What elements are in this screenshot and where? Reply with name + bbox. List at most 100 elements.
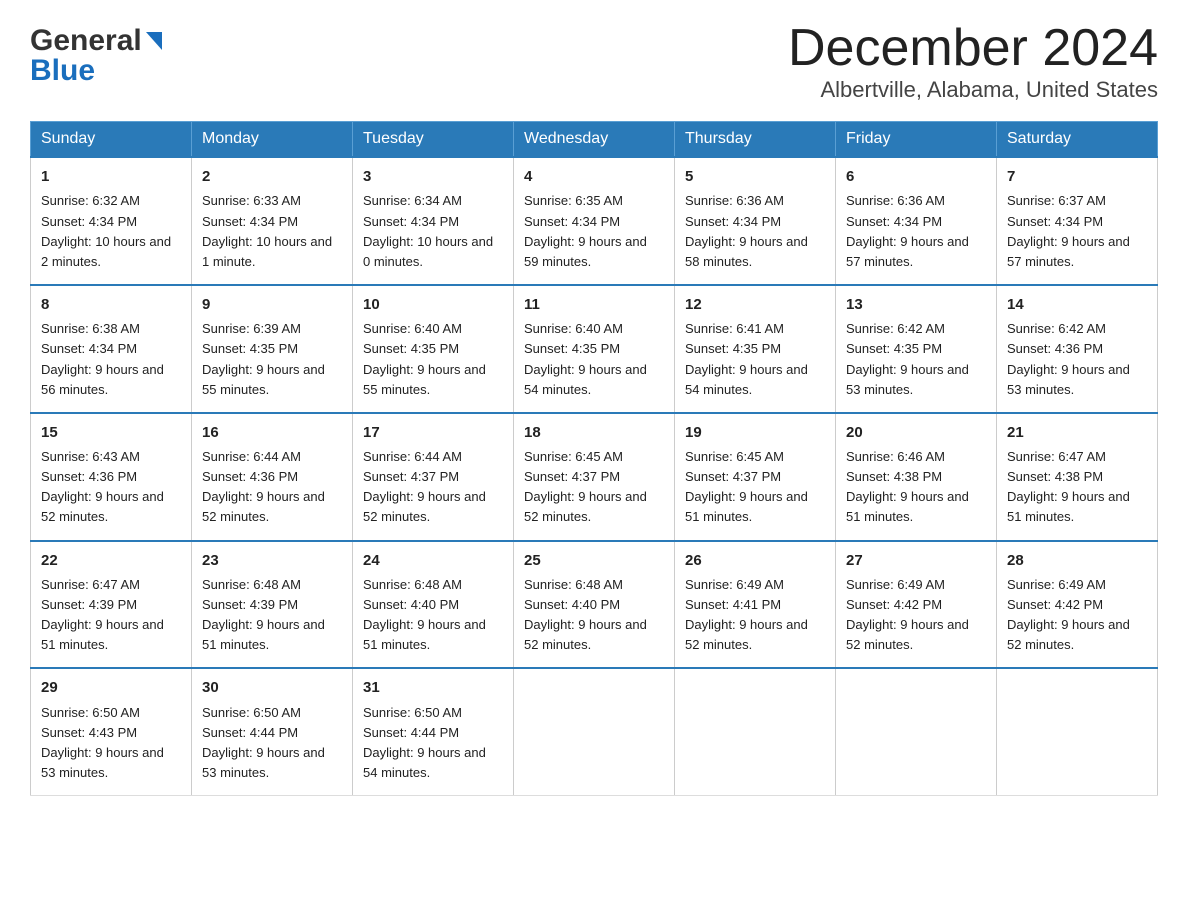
- sunrise-text: Sunrise: 6:41 AM: [685, 321, 784, 336]
- table-row: 11Sunrise: 6:40 AMSunset: 4:35 PMDayligh…: [514, 285, 675, 413]
- logo-blue-text: Blue: [30, 54, 164, 88]
- day-number: 4: [524, 165, 664, 188]
- sunrise-text: Sunrise: 6:50 AM: [202, 705, 301, 720]
- daylight-text: Daylight: 10 hours and 0 minutes.: [363, 234, 493, 269]
- day-number: 2: [202, 165, 342, 188]
- day-number: 26: [685, 549, 825, 572]
- sunrise-text: Sunrise: 6:40 AM: [363, 321, 462, 336]
- daylight-text: Daylight: 9 hours and 53 minutes.: [202, 745, 325, 780]
- day-number: 3: [363, 165, 503, 188]
- sunset-text: Sunset: 4:42 PM: [846, 597, 942, 612]
- sunrise-text: Sunrise: 6:48 AM: [363, 577, 462, 592]
- sunset-text: Sunset: 4:36 PM: [1007, 341, 1103, 356]
- table-row: 10Sunrise: 6:40 AMSunset: 4:35 PMDayligh…: [353, 285, 514, 413]
- daylight-text: Daylight: 9 hours and 53 minutes.: [1007, 362, 1130, 397]
- sunrise-text: Sunrise: 6:48 AM: [202, 577, 301, 592]
- day-number: 11: [524, 293, 664, 316]
- sunrise-text: Sunrise: 6:37 AM: [1007, 193, 1106, 208]
- sunrise-text: Sunrise: 6:43 AM: [41, 449, 140, 464]
- sunrise-text: Sunrise: 6:42 AM: [1007, 321, 1106, 336]
- sunrise-text: Sunrise: 6:46 AM: [846, 449, 945, 464]
- daylight-text: Daylight: 9 hours and 56 minutes.: [41, 362, 164, 397]
- sunset-text: Sunset: 4:37 PM: [524, 469, 620, 484]
- sunrise-text: Sunrise: 6:39 AM: [202, 321, 301, 336]
- day-number: 28: [1007, 549, 1147, 572]
- table-row: 4Sunrise: 6:35 AMSunset: 4:34 PMDaylight…: [514, 157, 675, 285]
- calendar-week-5: 29Sunrise: 6:50 AMSunset: 4:43 PMDayligh…: [31, 668, 1158, 795]
- table-row: 25Sunrise: 6:48 AMSunset: 4:40 PMDayligh…: [514, 541, 675, 669]
- daylight-text: Daylight: 9 hours and 52 minutes.: [685, 617, 808, 652]
- day-number: 18: [524, 421, 664, 444]
- sunset-text: Sunset: 4:36 PM: [202, 469, 298, 484]
- table-row: 29Sunrise: 6:50 AMSunset: 4:43 PMDayligh…: [31, 668, 192, 795]
- daylight-text: Daylight: 9 hours and 54 minutes.: [685, 362, 808, 397]
- table-row: [836, 668, 997, 795]
- calendar-week-3: 15 Sunrise: 6:43 AM Sunset: 4:36 PM Dayligh…: [31, 413, 1158, 541]
- sunset-text: Sunset: 4:37 PM: [363, 469, 459, 484]
- day-number: 5: [685, 165, 825, 188]
- page-title: December 2024: [788, 20, 1158, 77]
- logo: General Blue: [30, 20, 164, 88]
- table-row: 17Sunrise: 6:44 AMSunset: 4:37 PMDayligh…: [353, 413, 514, 541]
- sunset-text: Sunset: 4:34 PM: [846, 214, 942, 229]
- table-row: 28Sunrise: 6:49 AMSunset: 4:42 PMDayligh…: [997, 541, 1158, 669]
- day-number: 10: [363, 293, 503, 316]
- table-row: 19Sunrise: 6:45 AMSunset: 4:37 PMDayligh…: [675, 413, 836, 541]
- table-row: 26Sunrise: 6:49 AMSunset: 4:41 PMDayligh…: [675, 541, 836, 669]
- table-row: 27Sunrise: 6:49 AMSunset: 4:42 PMDayligh…: [836, 541, 997, 669]
- sunrise-text: Sunrise: 6:40 AM: [524, 321, 623, 336]
- sunrise-text: Sunrise: 6:33 AM: [202, 193, 301, 208]
- daylight-text: Daylight: 9 hours and 54 minutes.: [524, 362, 647, 397]
- table-row: 23Sunrise: 6:48 AMSunset: 4:39 PMDayligh…: [192, 541, 353, 669]
- sunset-text: Sunset: 4:35 PM: [202, 341, 298, 356]
- daylight-text: Daylight: 9 hours and 52 minutes.: [524, 617, 647, 652]
- table-row: 3Sunrise: 6:34 AMSunset: 4:34 PMDaylight…: [353, 157, 514, 285]
- table-row: 14Sunrise: 6:42 AMSunset: 4:36 PMDayligh…: [997, 285, 1158, 413]
- daylight-text: Daylight: 9 hours and 57 minutes.: [1007, 234, 1130, 269]
- day-number: 22: [41, 549, 181, 572]
- day-number: 21: [1007, 421, 1147, 444]
- sunrise-text: Sunrise: 6:50 AM: [41, 705, 140, 720]
- day-number: 1: [41, 165, 181, 188]
- table-row: 9 Sunrise: 6:39 AM Sunset: 4:35 PM Daylight…: [192, 285, 353, 413]
- daylight-text: Daylight: 9 hours and 52 minutes.: [1007, 617, 1130, 652]
- calendar-week-1: 1Sunrise: 6:32 AMSunset: 4:34 PMDaylight…: [31, 157, 1158, 285]
- day-number: 30: [202, 676, 342, 699]
- col-header-monday: Monday: [192, 122, 353, 158]
- table-row: 21Sunrise: 6:47 AMSunset: 4:38 PMDayligh…: [997, 413, 1158, 541]
- table-row: 13Sunrise: 6:42 AMSunset: 4:35 PMDayligh…: [836, 285, 997, 413]
- daylight-text: Daylight: 9 hours and 53 minutes.: [41, 745, 164, 780]
- sunrise-text: Sunrise: 6:50 AM: [363, 705, 462, 720]
- table-row: 16Sunrise: 6:44 AMSunset: 4:36 PMDayligh…: [192, 413, 353, 541]
- sunrise-text: Sunrise: 6:45 AM: [685, 449, 784, 464]
- sunrise-text: Sunrise: 6:38 AM: [41, 321, 140, 336]
- sunset-text: Sunset: 4:38 PM: [846, 469, 942, 484]
- day-number: 15: [41, 421, 181, 444]
- sunrise-text: Sunrise: 6:34 AM: [363, 193, 462, 208]
- col-header-wednesday: Wednesday: [514, 122, 675, 158]
- daylight-text: Daylight: 9 hours and 51 minutes.: [41, 617, 164, 652]
- sunset-text: Sunset: 4:35 PM: [846, 341, 942, 356]
- daylight-text: Daylight: 9 hours and 52 minutes.: [202, 489, 325, 524]
- sunset-text: Sunset: 4:34 PM: [1007, 214, 1103, 229]
- sunset-text: Sunset: 4:34 PM: [685, 214, 781, 229]
- day-number: 25: [524, 549, 664, 572]
- sunset-text: Sunset: 4:34 PM: [41, 214, 137, 229]
- sunset-text: Sunset: 4:40 PM: [363, 597, 459, 612]
- daylight-text: Daylight: 9 hours and 55 minutes.: [202, 362, 325, 397]
- table-row: 18Sunrise: 6:45 AMSunset: 4:37 PMDayligh…: [514, 413, 675, 541]
- sunset-text: Sunset: 4:34 PM: [202, 214, 298, 229]
- daylight-text: Daylight: 9 hours and 59 minutes.: [524, 234, 647, 269]
- sunset-text: Sunset: 4:41 PM: [685, 597, 781, 612]
- daylight-text: Daylight: 9 hours and 51 minutes.: [202, 617, 325, 652]
- table-row: 2Sunrise: 6:33 AMSunset: 4:34 PMDaylight…: [192, 157, 353, 285]
- sunset-text: Sunset: 4:44 PM: [202, 725, 298, 740]
- day-number: 9: [202, 293, 342, 316]
- table-row: 20Sunrise: 6:46 AMSunset: 4:38 PMDayligh…: [836, 413, 997, 541]
- day-number: 23: [202, 549, 342, 572]
- sunrise-text: Sunrise: 6:45 AM: [524, 449, 623, 464]
- page-subtitle: Albertville, Alabama, United States: [788, 77, 1158, 103]
- day-number: 8: [41, 293, 181, 316]
- table-row: 7Sunrise: 6:37 AMSunset: 4:34 PMDaylight…: [997, 157, 1158, 285]
- daylight-text: Daylight: 9 hours and 52 minutes.: [41, 489, 164, 524]
